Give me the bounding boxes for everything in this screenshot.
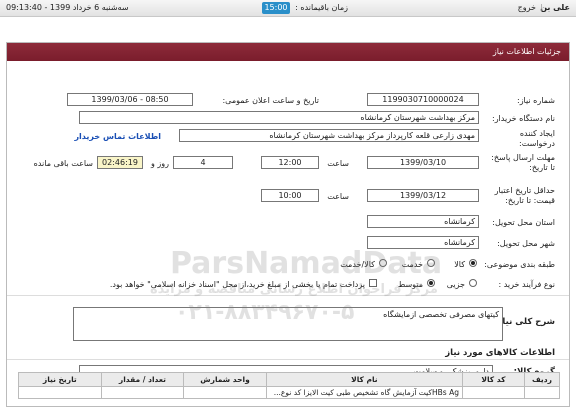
divider [7, 295, 569, 296]
panel-title: جزئیات اطلاعات نیاز [7, 43, 569, 61]
divider: | [540, 3, 543, 12]
validity-date-field: 1399/03/12 [367, 189, 479, 202]
current-datetime: سه‌شنبه 6 خرداد 1399 - 09:13:40 [6, 3, 129, 12]
buyer-label: نام دستگاه خریدار: [492, 114, 555, 123]
cell [100, 386, 185, 399]
cell-item-name: HBs Agکیت آزمایش گاه تشخیص طبی کیت الایز… [265, 386, 463, 399]
remaining-label: ساعت باقی مانده [33, 159, 93, 168]
city-label: شهر محل تحویل: [497, 239, 555, 248]
user-name[interactable]: علی بن [540, 3, 570, 12]
category-radio-service[interactable] [427, 259, 435, 267]
top-bar: علی بن | خروج زمان باقیمانده : 15:00 سه‌… [0, 0, 576, 17]
treasury-checkbox[interactable] [369, 279, 377, 287]
province-label: استان محل تحویل: [492, 218, 555, 227]
province-field: کرمانشاه [367, 215, 479, 228]
countdown-field: 02:46:19 [97, 156, 143, 169]
creator-label: ایجاد کننده درخواست: [519, 129, 555, 148]
validity-label: حداقل تاریخ اعتبار قیمت: تا تاریخ: [494, 186, 555, 205]
process-label: نوع فرآیند خرید : [498, 280, 555, 289]
col-date: تاریخ نیاز [18, 372, 102, 387]
deadline-time-field: 12:00 [261, 156, 319, 169]
divider [7, 359, 569, 360]
days-field: 4 [173, 156, 233, 169]
validity-time-label: ساعت [327, 192, 349, 201]
col-unit: واحد شمارش [183, 372, 267, 387]
category-option-service: خدمت [401, 260, 423, 269]
buyer-field: مرکز بهداشت شهرستان کرمانشاه [79, 111, 479, 124]
exit-link[interactable]: خروج [518, 3, 536, 12]
process-option-medium: متوسط [397, 280, 423, 289]
summary-label: شرح کلی نیاز: [494, 317, 555, 327]
session-clock: 15:00 [262, 2, 290, 14]
table-header: ردیف کد کالا نام کالا واحد شمارش تعداد /… [18, 372, 561, 387]
goods-table: ردیف کد کالا نام کالا واحد شمارش تعداد /… [18, 372, 561, 399]
need-details-panel: جزئیات اطلاعات نیاز شماره نیاز: 11990307… [6, 42, 570, 407]
deadline-date-field: 1399/03/10 [367, 156, 479, 169]
col-name: نام کالا [265, 372, 463, 387]
buyer-contact-link[interactable]: اطلاعات تماس خریدار [74, 132, 161, 141]
deadline-label: مهلت ارسال پاسخ: تا تاریخ: [491, 153, 555, 172]
process-radio-medium[interactable] [427, 279, 435, 287]
col-row: ردیف [523, 372, 561, 387]
need-number-field: 1199030710000024 [367, 93, 479, 106]
summary-field: کیتهای مصرفی تخصصی ازمایشگاه [73, 307, 503, 341]
city-field: کرمانشاه [367, 236, 479, 249]
cell [18, 386, 102, 399]
days-label: روز و [151, 159, 169, 168]
validity-time-field: 10:00 [261, 189, 319, 202]
category-label: طبقه بندی موضوعی: [484, 260, 555, 269]
category-option-goods: کالا [454, 260, 465, 269]
process-radio-minor[interactable] [469, 279, 477, 287]
category-radio-both[interactable] [379, 259, 387, 267]
col-code: کد کالا [461, 372, 525, 387]
category-option-both: کالا/خدمت [340, 260, 375, 269]
category-radio-goods[interactable] [469, 259, 477, 267]
goods-section-title: اطلاعات کالاهای مورد نیاز [445, 348, 555, 358]
deadline-time-label: ساعت [327, 159, 349, 168]
announce-field: 1399/03/06 - 08:50 [67, 93, 193, 106]
cell [523, 386, 561, 399]
table-row[interactable]: HBs Agکیت آزمایش گاه تشخیص طبی کیت الایز… [18, 386, 561, 399]
remaining-time-label: زمان باقیمانده : [295, 3, 348, 12]
col-qty: تعداد / مقدار [100, 372, 185, 387]
creator-field: مهدی زارعی قلعه کارپرداز مرکز بهداشت شهر… [179, 129, 479, 142]
cell [461, 386, 525, 399]
process-option-minor: جزیی [446, 280, 465, 289]
treasury-note: پرداخت تمام یا بخشی از مبلغ خرید،از محل … [109, 280, 365, 289]
announce-label: تاریخ و ساعت اعلان عمومی: [222, 96, 319, 105]
cell [183, 386, 267, 399]
need-number-label: شماره نیاز: [517, 96, 555, 105]
